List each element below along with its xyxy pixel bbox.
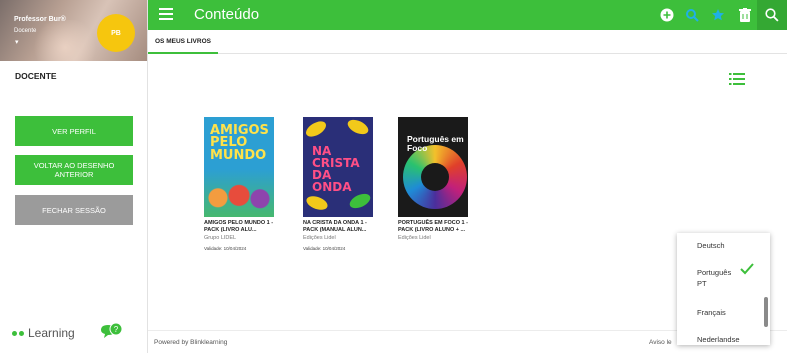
logout-button[interactable]: FECHAR SESSÃO — [15, 195, 133, 225]
language-option-nederlandse[interactable]: Nederlandse — [697, 334, 740, 345]
book-cover[interactable]: AMIGOS PELO MUNDO — [204, 117, 274, 217]
profile-header[interactable]: Professor Bur® Docente ▾ PB — [0, 0, 147, 61]
book-card[interactable]: Português em Foco PORTUGUÊS EM FOCO 1 - … — [398, 117, 478, 241]
sidebar-section-title: DOCENTE — [15, 71, 57, 81]
caret-down-icon[interactable]: ▾ — [15, 38, 19, 46]
book-title[interactable]: NA CRISTA DA ONDA 1 - PACK (MANUAL ALUN.… — [303, 220, 383, 234]
chat-help-icon[interactable]: ? — [99, 323, 123, 343]
profile-role: Docente — [14, 28, 37, 34]
language-dropdown: Deutsch Português PT Français Nederlands… — [677, 233, 770, 345]
star-icon[interactable] — [710, 7, 726, 23]
sidebar: Professor Bur® Docente ▾ PB DOCENTE VER … — [0, 0, 148, 353]
book-publisher: Edições Lidel — [398, 235, 431, 242]
logo-text: Learning — [28, 326, 75, 340]
tab-my-books[interactable]: OS MEUS LIVROS — [148, 30, 218, 54]
search-user-icon[interactable] — [684, 7, 700, 23]
book-card[interactable]: AMIGOS PELO MUNDO AMIGOS PELO MUNDO 1 - … — [204, 117, 284, 251]
book-cover-title: AMIGOS PELO MUNDO — [210, 123, 269, 163]
book-cover-title: Português em Foco — [407, 134, 464, 154]
book-title[interactable]: PORTUGUÊS EM FOCO 1 - PACK (LIVRO ALUNO … — [398, 220, 478, 234]
book-cover[interactable]: NA CRISTA DA ONDA — [303, 117, 373, 217]
powered-by-text: Powered by Blinklearning — [154, 339, 228, 346]
learning-logo: Learning — [12, 326, 75, 340]
logo-dots-icon — [12, 330, 24, 336]
book-validity-date: Validade: 10/04/2024 — [303, 246, 346, 252]
search-button[interactable] — [757, 0, 787, 30]
dropdown-scrollbar[interactable] — [764, 297, 768, 327]
book-publisher: Edições Lidel — [303, 235, 336, 242]
legal-notice-link[interactable]: Aviso le — [649, 339, 672, 346]
add-icon[interactable] — [659, 7, 675, 23]
book-card[interactable]: NA CRISTA DA ONDA NA CRISTA DA ONDA 1 - … — [303, 117, 383, 251]
top-bar: Conteúdo — [148, 0, 787, 30]
language-option-deutsch[interactable]: Deutsch — [697, 240, 725, 251]
book-cover[interactable]: Português em Foco — [398, 117, 468, 217]
trash-icon[interactable] — [737, 7, 753, 23]
profile-name: Professor Bur® — [14, 16, 66, 23]
search-icon — [765, 8, 779, 22]
checkmark-icon — [740, 263, 754, 275]
book-validity-date: Validade: 10/04/2024 — [204, 246, 247, 252]
language-option-portugues-pt[interactable]: Português PT — [697, 267, 739, 290]
book-title[interactable]: AMIGOS PELO MUNDO 1 - PACK (LIVRO ALU... — [204, 220, 284, 234]
list-view-icon[interactable] — [729, 72, 745, 86]
svg-text:?: ? — [114, 325, 119, 334]
tabs-bar: OS MEUS LIVROS — [148, 30, 787, 54]
view-profile-button[interactable]: VER PERFIL — [15, 116, 133, 146]
avatar[interactable]: PB — [97, 14, 135, 52]
book-publisher: Grupo LIDEL — [204, 235, 237, 242]
language-option-francais[interactable]: Français — [697, 307, 726, 318]
hamburger-menu-icon[interactable] — [159, 8, 173, 21]
book-cover-title: NA CRISTA DA ONDA — [312, 144, 360, 194]
back-to-previous-design-button[interactable]: VOLTAR AO DESENHO ANTERIOR — [15, 155, 133, 185]
page-title: Conteúdo — [194, 6, 260, 23]
